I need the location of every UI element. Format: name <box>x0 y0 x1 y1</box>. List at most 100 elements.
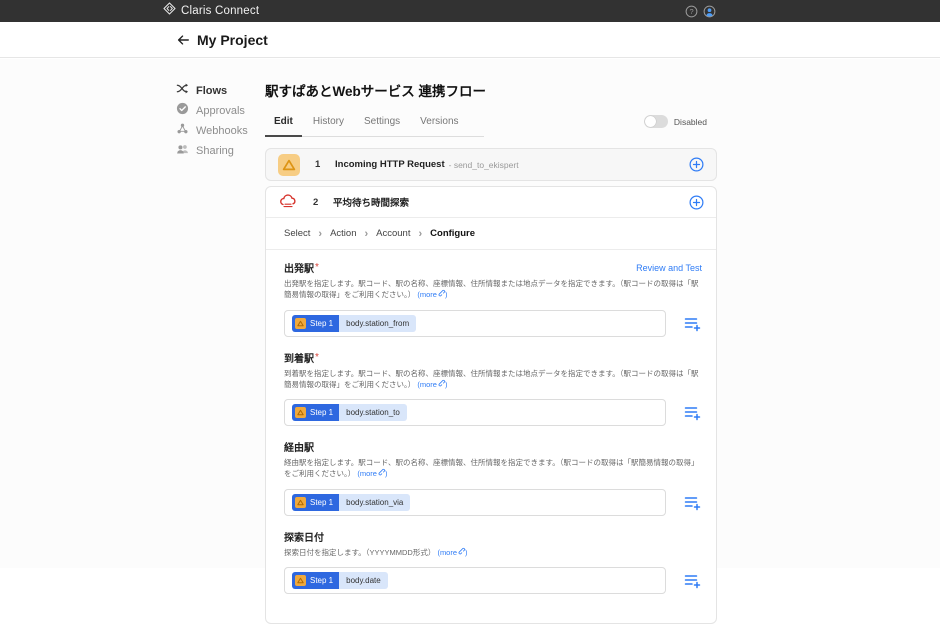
back-button[interactable] <box>175 32 191 48</box>
link-icon <box>438 379 445 387</box>
sidebar-item-sharing[interactable]: Sharing <box>176 144 256 157</box>
step-number: 1 <box>315 159 321 170</box>
token-step-label: Step 1 <box>310 318 334 328</box>
field-description: 経由駅を指定します。駅コード、駅の名称、座標情報、住所情報を指定できます。（駅コ… <box>284 457 702 480</box>
step-token[interactable]: Step 1 body.station_via <box>292 493 411 511</box>
field-description-text: 出発駅を指定します。駅コード、駅の名称、座標情報、住所情報または地点データを指定… <box>284 279 699 300</box>
more-close: ) <box>444 290 448 300</box>
more-link[interactable]: (more) <box>437 547 468 557</box>
field-station-via: 経由駅 経由駅を指定します。駅コード、駅の名称、座標情報、住所情報を指定できます… <box>284 439 702 516</box>
more-close: ) <box>384 469 388 479</box>
page-title: My Project <box>197 31 268 48</box>
chevron-right-icon: › <box>418 227 423 240</box>
step-1-card[interactable]: 1 Incoming HTTP Request - send_to_ekispe… <box>265 148 717 181</box>
topbar: Claris Connect ? <box>0 0 940 22</box>
field-description-text: 到着駅を指定します。駅コード、駅の名称、座標情報、住所情報または地点データを指定… <box>284 368 699 389</box>
station-to-input[interactable]: Step 1 body.station_to <box>284 399 666 426</box>
field-description: 探索日付を指定します。（YYYYMMDD形式） (more) <box>284 547 702 558</box>
breadcrumb-account[interactable]: Account <box>376 228 410 239</box>
token-step-label: Step 1 <box>310 575 334 585</box>
field-station-to: 到着駅 * 到着駅を指定します。駅コード、駅の名称、座標情報、住所情報または地点… <box>284 350 702 426</box>
more-label: more <box>419 290 437 300</box>
chevron-right-icon: › <box>318 227 323 240</box>
add-step-button[interactable] <box>689 157 704 172</box>
more-link[interactable]: (more) <box>417 379 447 389</box>
tab-edit[interactable]: Edit <box>265 113 302 137</box>
sidebar: Flows Approvals Webhooks Sharing <box>176 83 256 164</box>
tab-strip: Edit History Settings Versions <box>265 113 484 137</box>
tab-history[interactable]: History <box>304 113 353 137</box>
insert-data-button[interactable] <box>684 315 701 332</box>
brand: Claris Connect <box>163 0 259 22</box>
more-link[interactable]: (more) <box>357 469 387 478</box>
add-step-button[interactable] <box>689 195 704 210</box>
station-via-input[interactable]: Step 1 body.station_via <box>284 488 666 516</box>
help-icon[interactable]: ? <box>685 5 698 18</box>
field-label: 出発駅 <box>284 264 314 275</box>
project-header: My Project <box>0 22 940 58</box>
review-and-test-link[interactable]: Review and Test <box>636 263 702 273</box>
date-input[interactable]: Step 1 body.date <box>284 566 666 594</box>
configure-form: 出発駅 * Review and Test 出発駅を指定します。駅コード、駅の名… <box>266 250 716 623</box>
brand-name: Claris Connect <box>181 5 260 17</box>
field-description-text: 探索日付を指定します。（YYYYMMDD形式） <box>284 547 436 557</box>
insert-data-button[interactable] <box>684 572 701 589</box>
insert-data-button[interactable] <box>684 494 701 511</box>
step-token[interactable]: Step 1 body.station_to <box>292 404 407 421</box>
chevron-right-icon: › <box>364 227 369 240</box>
field-label: 探索日付 <box>284 532 324 544</box>
toggle-label: Disabled <box>673 116 707 127</box>
http-mini-icon <box>295 317 306 329</box>
field-date: 探索日付 探索日付を指定します。（YYYYMMDD形式） (more) Step… <box>284 529 702 594</box>
token-value: body.station_to <box>339 404 407 421</box>
tabs-row: Edit History Settings Versions Disabled <box>265 111 717 137</box>
required-asterisk: * <box>315 262 319 273</box>
step-token[interactable]: Step 1 body.station_from <box>292 314 417 332</box>
sidebar-item-flows[interactable]: Flows <box>176 83 256 97</box>
step-2-header[interactable]: 2 平均待ち時間探索 <box>266 187 716 218</box>
field-description: 出発駅を指定します。駅コード、駅の名称、座標情報、住所情報または地点データを指定… <box>284 278 702 301</box>
breadcrumb-select[interactable]: Select <box>284 228 310 239</box>
step-title: 平均待ち時間探索 <box>333 198 410 209</box>
field-label: 経由駅 <box>284 443 314 454</box>
page-body: Flows Approvals Webhooks Sharing 駅すぱあとWe… <box>0 59 940 624</box>
breadcrumb: Select › Action › Account › Configure <box>266 218 716 250</box>
svg-text:?: ? <box>689 7 693 16</box>
token-value: body.station_via <box>339 493 411 511</box>
tab-settings[interactable]: Settings <box>355 113 409 137</box>
sidebar-item-webhooks[interactable]: Webhooks <box>176 122 256 140</box>
step-token[interactable]: Step 1 body.date <box>292 571 388 589</box>
link-icon <box>378 469 385 476</box>
field-station-from: 出発駅 * Review and Test 出発駅を指定します。駅コード、駅の名… <box>284 260 702 337</box>
field-label: 到着駅 <box>284 353 314 365</box>
tab-versions[interactable]: Versions <box>411 113 467 137</box>
sidebar-item-label: Flows <box>196 84 228 97</box>
step-subtitle: - send_to_ekispert <box>448 159 519 170</box>
sidebar-item-approvals[interactable]: Approvals <box>176 102 256 120</box>
link-icon <box>438 290 445 297</box>
webhooks-nodes-icon <box>176 122 189 140</box>
disabled-toggle[interactable] <box>643 115 668 128</box>
token-step-label: Step 1 <box>310 497 334 507</box>
more-close: ) <box>465 547 468 557</box>
approvals-check-icon <box>176 102 189 120</box>
sharing-people-icon <box>176 142 189 160</box>
token-step-label: Step 1 <box>310 408 334 417</box>
flow-title: 駅すぱあとWebサービス 連携フロー <box>265 84 487 99</box>
more-label: more <box>359 469 377 479</box>
http-mini-icon <box>295 574 306 586</box>
link-icon <box>458 547 466 554</box>
required-asterisk: * <box>315 351 319 363</box>
flow-editor: 駅すぱあとWebサービス 連携フロー Edit History Settings… <box>265 59 717 624</box>
field-description: 到着駅を指定します。駅コード、駅の名称、座標情報、住所情報または地点データを指定… <box>284 368 702 391</box>
insert-data-button[interactable] <box>684 404 701 421</box>
more-label: more <box>419 379 437 389</box>
more-link[interactable]: (more) <box>417 290 447 299</box>
token-value: body.station_from <box>339 314 417 332</box>
account-icon[interactable] <box>703 5 716 18</box>
toggle-knob <box>644 116 656 127</box>
breadcrumb-action[interactable]: Action <box>330 228 356 239</box>
station-from-input[interactable]: Step 1 body.station_from <box>284 309 666 337</box>
step-2-card: 2 平均待ち時間探索 Select › Action › Account › C… <box>265 186 717 624</box>
breadcrumb-configure[interactable]: Configure <box>430 228 475 239</box>
